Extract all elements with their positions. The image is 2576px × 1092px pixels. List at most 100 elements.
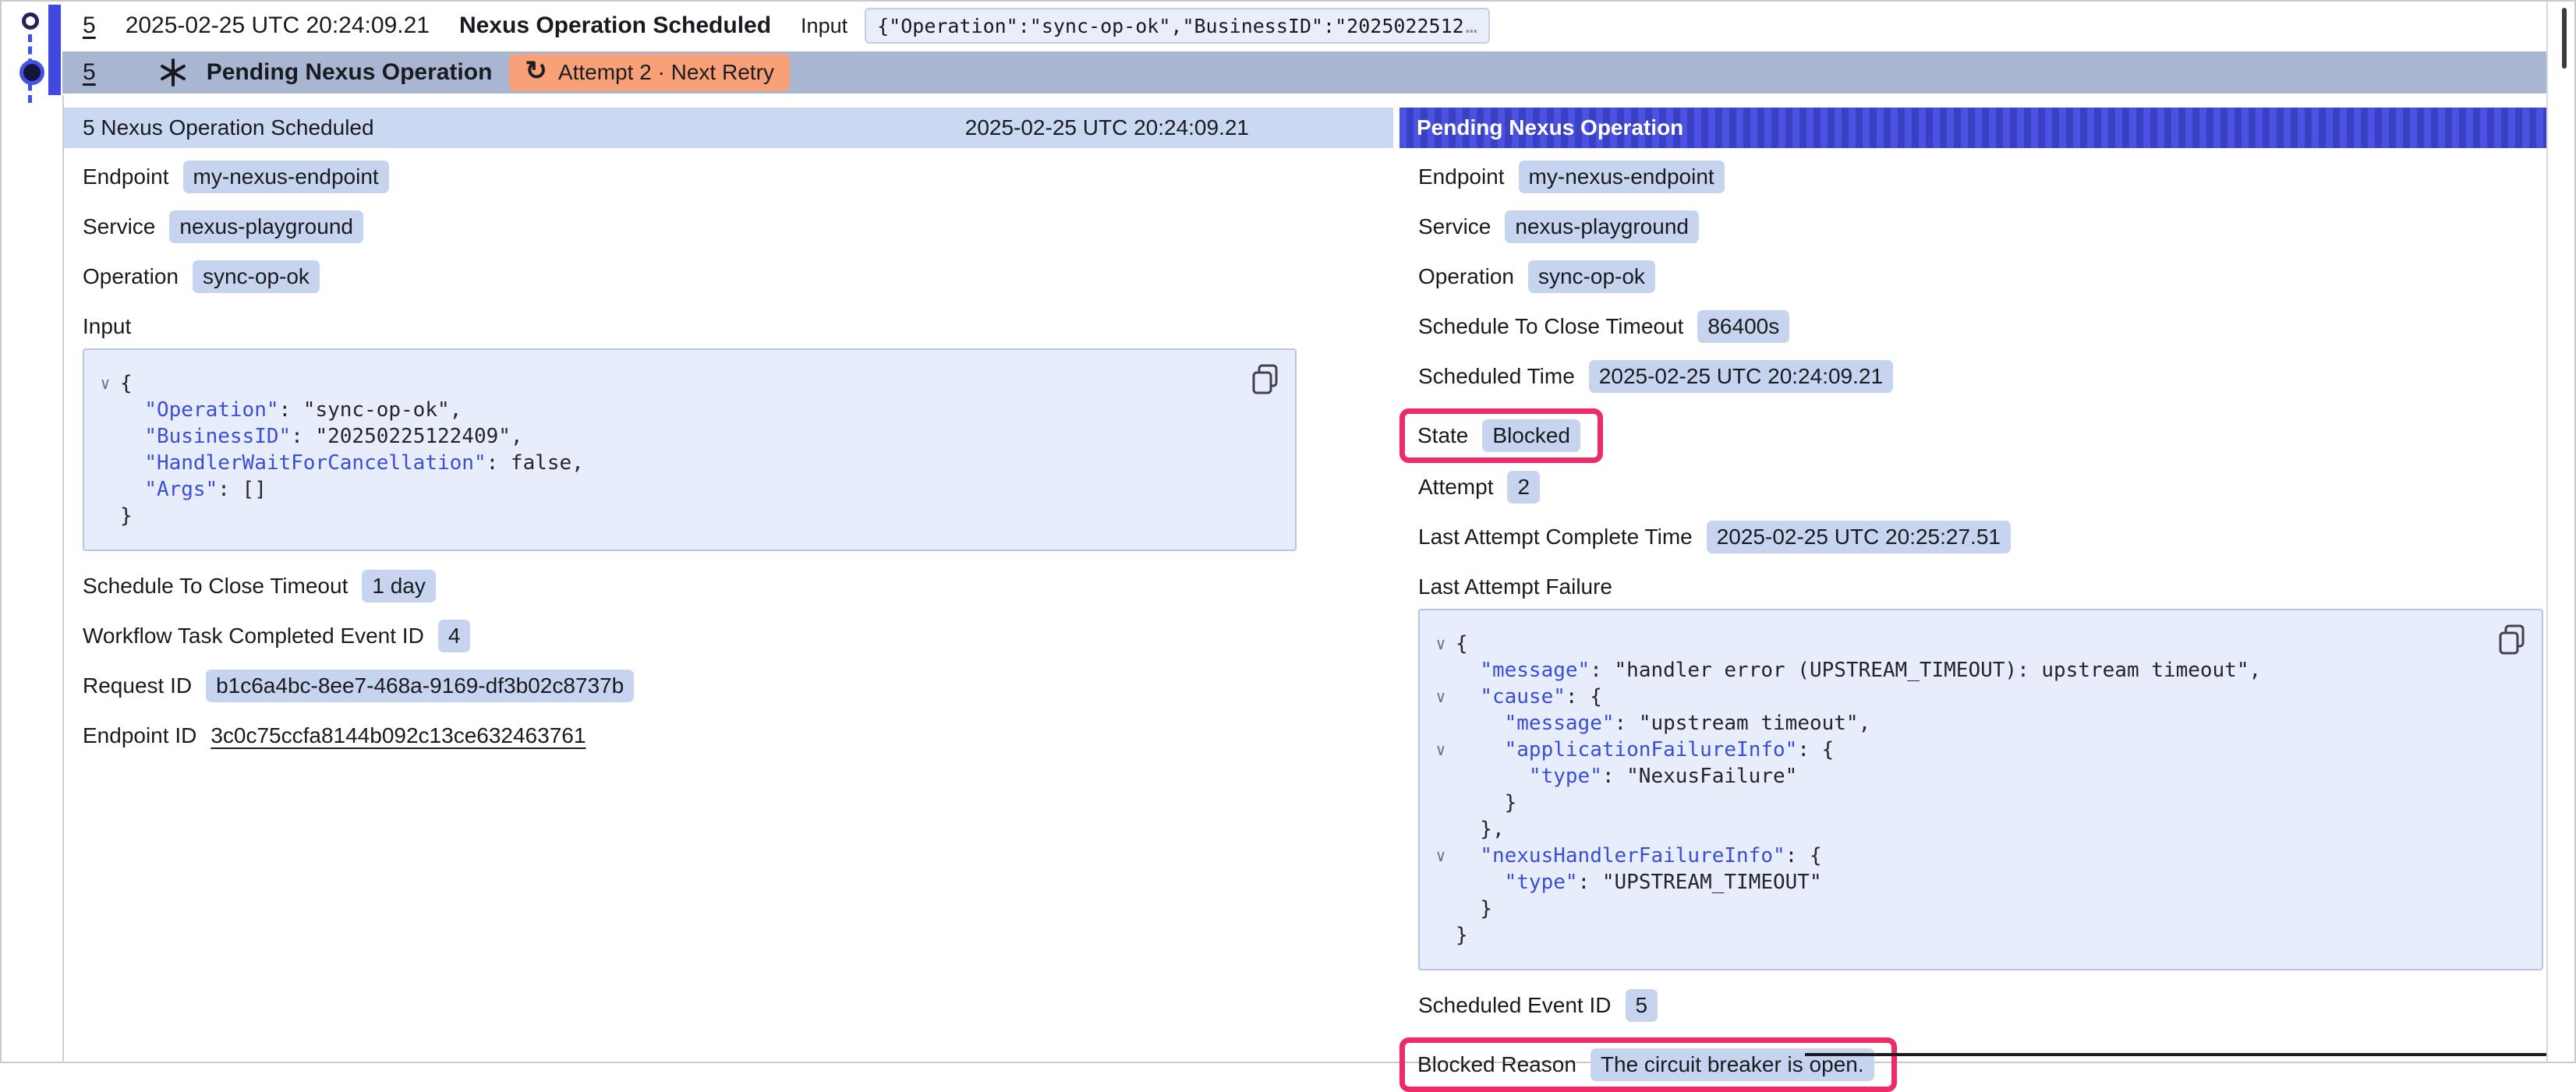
code-line-text: "nexusHandlerFailureInfo": { <box>1456 843 1822 869</box>
last-attempt-failure-label: Last Attempt Failure <box>1418 574 1612 599</box>
code-line-text: "type": "UPSTREAM_TIMEOUT" <box>1456 869 1822 896</box>
code-line-text: "applicationFailureInfo": { <box>1456 737 1834 763</box>
schedule-to-close-label: Schedule To Close Timeout <box>83 574 348 599</box>
pending-event-id-link[interactable]: 5 <box>83 59 96 86</box>
endpoint-value-badge: my-nexus-endpoint <box>183 161 389 193</box>
code-line-text: "cause": { <box>1456 684 1602 710</box>
blocked-reason-label: Blocked Reason <box>1417 1052 1576 1077</box>
schedule-to-close-value-badge: 1 day <box>362 570 436 603</box>
code-line-text: "message": "upstream timeout", <box>1456 710 1870 737</box>
schedule-to-close-value-badge: 86400s <box>1697 310 1789 343</box>
endpoint-id-link[interactable]: 3c0c75ccfa8144b092c13ce632463761 <box>211 723 586 748</box>
event-pending-dot-icon <box>19 60 44 85</box>
code-line-text: } <box>1456 896 1492 922</box>
field-input-label-row: Input <box>83 309 1393 344</box>
code-line-text: { <box>120 370 133 397</box>
code-line-text: "Args": [] <box>120 476 267 503</box>
service-label: Service <box>83 214 155 239</box>
field-endpoint-id: Endpoint ID 3c0c75ccfa8144b092c13ce63246… <box>83 718 1393 753</box>
code-gutter <box>90 503 120 529</box>
field-workflow-task-completed-event-id: Workflow Task Completed Event ID 4 <box>83 618 1393 653</box>
event-open-circle-icon <box>22 12 39 30</box>
code-line-text: "Operation": "sync-op-ok", <box>120 397 462 423</box>
collapse-chevron-icon[interactable]: ∨ <box>1426 684 1456 710</box>
code-line-text: "type": "NexusFailure" <box>1456 763 1797 790</box>
failure-json-block: ∨{ "message": "handler error (UPSTREAM_T… <box>1418 609 2543 970</box>
code-gutter <box>90 450 120 476</box>
field-endpoint: Endpoint my-nexus-endpoint <box>1418 159 2548 194</box>
timeline-gutter <box>2 2 62 1062</box>
endpoint-label: Endpoint <box>1418 164 1505 189</box>
field-blocked-reason: Blocked Reason The circuit breaker is op… <box>1418 1037 2548 1092</box>
pending-panel-header: Pending Nexus Operation <box>1399 108 2548 148</box>
blocked-reason-annotation-highlight: Blocked Reason The circuit breaker is op… <box>1399 1037 1897 1092</box>
service-label: Service <box>1418 214 1491 239</box>
field-attempt: Attempt 2 <box>1418 469 2548 504</box>
code-line-text: "HandlerWaitForCancellation": false, <box>120 450 584 476</box>
code-line-text: }, <box>1456 816 1505 843</box>
attempt-badge-label: Attempt 2 · Next Retry <box>558 60 774 85</box>
scheduled-event-id-label: Scheduled Event ID <box>1418 993 1612 1018</box>
copy-failure-button[interactable] <box>2498 624 2526 656</box>
code-line-text: } <box>1456 790 1516 816</box>
event-row-scheduled[interactable]: 5 2025-02-25 UTC 20:24:09.21 Nexus Opera… <box>62 5 2548 47</box>
field-last-attempt-complete-time: Last Attempt Complete Time 2025-02-25 UT… <box>1418 519 2548 554</box>
truncation-ellipsis: … <box>1466 15 1477 37</box>
field-service: Service nexus-playground <box>1418 209 2548 244</box>
event-history-view: 5 2025-02-25 UTC 20:24:09.21 Nexus Opera… <box>0 0 2576 1063</box>
code-gutter <box>1426 763 1456 790</box>
scrollbar-thumb[interactable] <box>2562 8 2567 69</box>
code-gutter <box>1426 816 1456 843</box>
scheduled-panel-timestamp: 2025-02-25 UTC 20:24:09.21 <box>965 115 1249 140</box>
code-gutter <box>90 423 120 450</box>
code-line-text: "message": "handler error (UPSTREAM_TIME… <box>1456 657 2261 684</box>
collapse-chevron-icon[interactable]: ∨ <box>1426 843 1456 869</box>
code-gutter <box>1426 869 1456 896</box>
code-gutter <box>90 397 120 423</box>
pending-asterisk-icon <box>158 58 188 87</box>
pending-panel-title: Pending Nexus Operation <box>1417 115 1683 140</box>
code-gutter <box>1426 657 1456 684</box>
operation-value-badge: sync-op-ok <box>193 260 320 293</box>
event-title: Nexus Operation Scheduled <box>459 12 771 39</box>
service-value-badge: nexus-playground <box>169 210 363 243</box>
collapse-chevron-icon[interactable]: ∨ <box>1426 737 1456 763</box>
field-request-id: Request ID b1c6a4bc-8ee7-468a-9169-df3b0… <box>83 668 1393 703</box>
field-scheduled-event-id: Scheduled Event ID 5 <box>1418 988 2548 1023</box>
code-line-text: } <box>1456 922 1468 949</box>
attempt-label: Attempt <box>1418 475 1493 500</box>
input-label: Input <box>801 14 847 38</box>
operation-label: Operation <box>1418 264 1514 289</box>
event-detail-area: 5 Nexus Operation Scheduled 2025-02-25 U… <box>62 95 2548 1062</box>
state-annotation-highlight: State Blocked <box>1399 408 1603 463</box>
wtce-value-badge: 4 <box>438 620 471 652</box>
collapse-chevron-icon[interactable]: ∨ <box>1426 631 1456 657</box>
attempt-retry-badge: ↻ Attempt 2 · Next Retry <box>509 54 789 91</box>
event-id-link[interactable]: 5 <box>83 12 96 39</box>
operation-label: Operation <box>83 264 179 289</box>
event-timestamp: 2025-02-25 UTC 20:24:09.21 <box>126 12 430 39</box>
code-gutter <box>90 476 120 503</box>
scheduled-event-id-value-badge: 5 <box>1626 989 1658 1022</box>
field-schedule-to-close: Schedule To Close Timeout 1 day <box>83 568 1393 603</box>
vertical-scrollbar[interactable] <box>2546 2 2574 1062</box>
pending-operation-panel: Pending Nexus Operation Endpoint my-nexu… <box>1399 95 2548 1062</box>
collapse-chevron-icon[interactable]: ∨ <box>90 370 120 397</box>
endpoint-value-badge: my-nexus-endpoint <box>1519 161 1725 193</box>
input-json-block: ∨{ "Operation": "sync-op-ok", "BusinessI… <box>83 348 1297 551</box>
code-gutter <box>1426 896 1456 922</box>
scheduled-time-value-badge: 2025-02-25 UTC 20:24:09.21 <box>1589 360 1893 393</box>
copy-input-button[interactable] <box>1251 364 1279 395</box>
input-preview-text: {"Operation":"sync-op-ok","BusinessID":"… <box>877 15 1464 37</box>
input-preview-chip[interactable]: {"Operation":"sync-op-ok","BusinessID":"… <box>865 8 1490 44</box>
field-state: State Blocked <box>1418 408 2548 463</box>
wtce-label: Workflow Task Completed Event ID <box>83 624 424 648</box>
field-service: Service nexus-playground <box>83 209 1393 244</box>
state-value-badge: Blocked <box>1482 419 1580 452</box>
code-line-text: { <box>1456 631 1468 657</box>
endpoint-id-label: Endpoint ID <box>83 723 196 748</box>
field-operation: Operation sync-op-ok <box>83 259 1393 294</box>
field-last-attempt-failure-label-row: Last Attempt Failure <box>1418 569 2548 604</box>
event-row-pending[interactable]: 5 Pending Nexus Operation ↻ Attempt 2 · … <box>62 51 2548 94</box>
field-endpoint: Endpoint my-nexus-endpoint <box>83 159 1393 194</box>
